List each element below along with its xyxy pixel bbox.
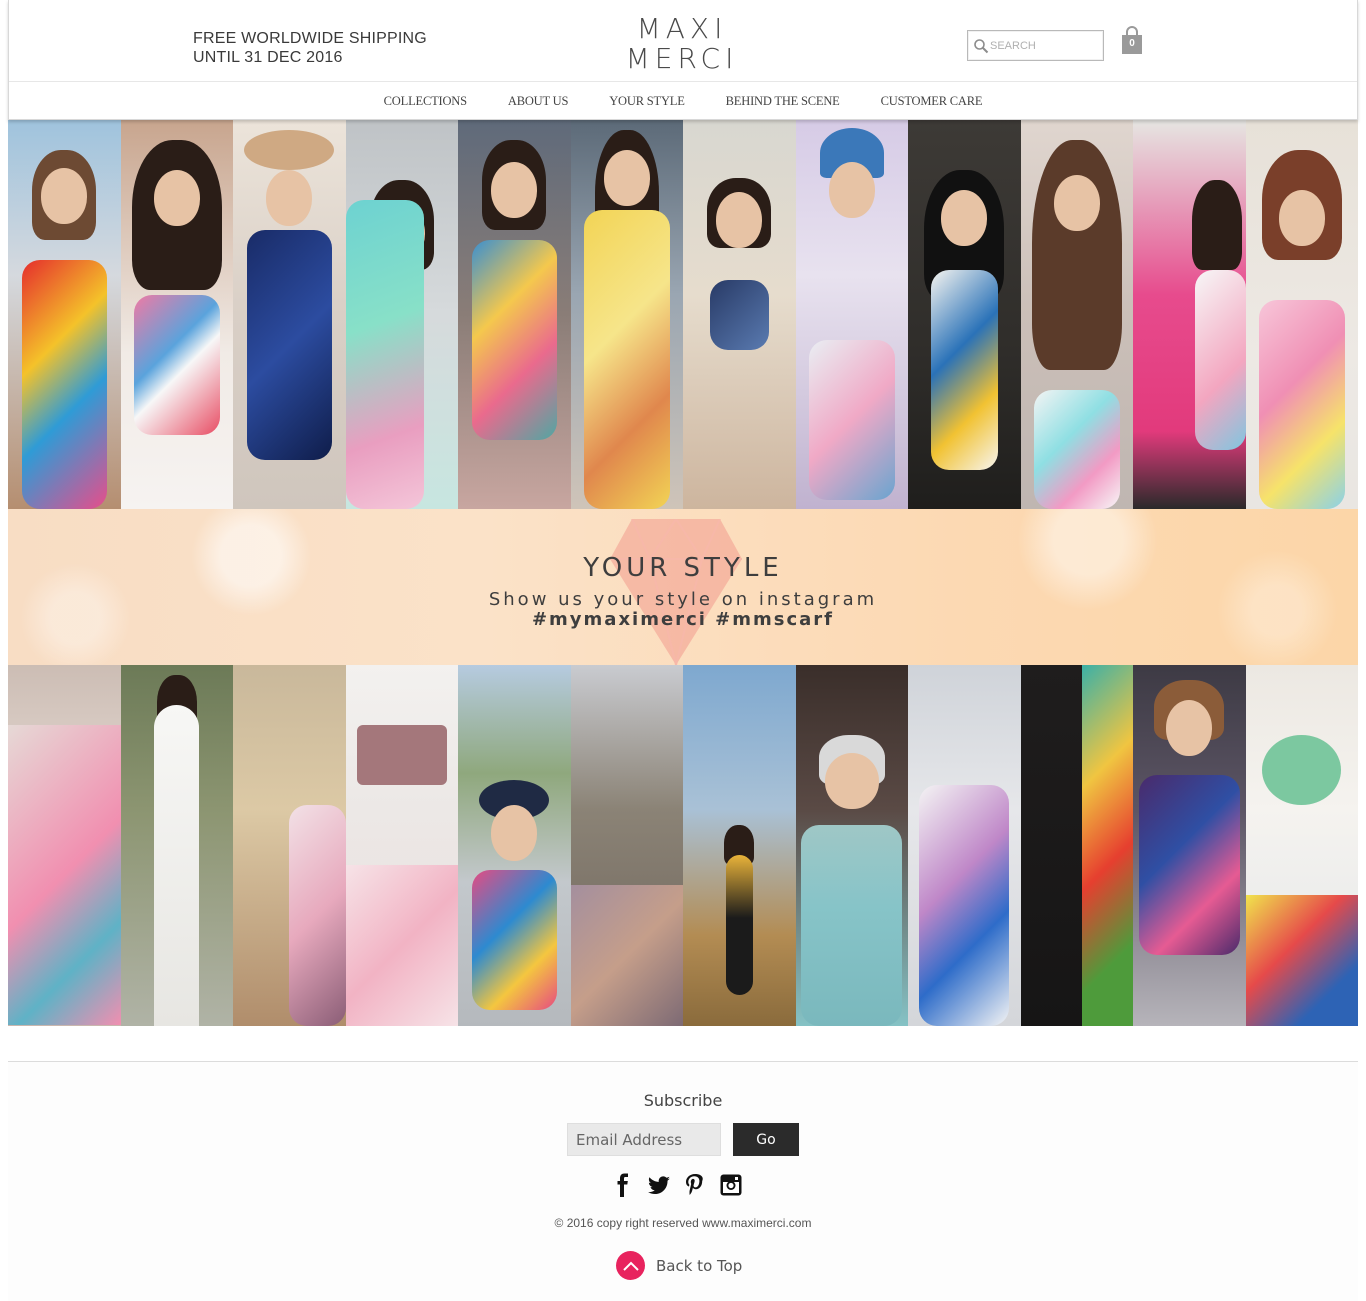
gallery-photo[interactable] [120,120,233,509]
nav-item-behind-the-scene[interactable]: BEHIND THE SCENE [726,94,840,109]
subscribe-title: Subscribe [643,1091,723,1110]
photo-strip-top [8,120,1358,509]
main-nav: COLLECTIONS ABOUT US YOUR STYLE BEHIND T… [9,82,1357,120]
search-box[interactable] [967,30,1104,61]
shipping-line-1: FREE WORLDWIDE SHIPPING [193,30,427,47]
email-field[interactable] [567,1123,721,1156]
facebook-icon[interactable] [611,1173,635,1197]
gallery-photo[interactable] [345,665,458,1026]
shipping-notice: FREE WORLDWIDE SHIPPING UNTIL 31 DEC 201… [193,29,427,67]
logo-line-1: MAXI [636,12,728,45]
back-to-top-label[interactable]: Back to Top [656,1257,742,1275]
banner-hashtags: #mymaximerci #mmscarf [531,609,835,630]
back-to-top-button[interactable]: Back to Top [616,1251,742,1280]
nav-item-your-style[interactable]: YOUR STYLE [609,94,685,109]
gallery-photo[interactable] [1020,120,1133,509]
chevron-up-icon[interactable] [616,1251,645,1280]
nav-item-about-us[interactable]: ABOUT US [508,94,569,109]
gallery-photo[interactable] [8,120,121,509]
shipping-line-2: UNTIL 31 DEC 2016 [193,49,343,66]
gallery-photo[interactable] [1245,120,1358,509]
social-links [611,1173,743,1197]
search-icon[interactable] [973,38,989,54]
gallery-photo[interactable] [233,665,346,1026]
your-style-banner: YOUR STYLE Show us your style on instagr… [8,509,1358,665]
cart-count: 0 [1129,38,1135,49]
gallery-photo[interactable] [570,665,683,1026]
copyright-text: © 2016 copy right reserved www.maximerci… [554,1216,812,1230]
gallery-photo[interactable] [1020,665,1133,1026]
cart-button[interactable]: 0 [1121,26,1143,56]
gallery-photo[interactable] [683,665,796,1026]
nav-item-customer-care[interactable]: CUSTOMER CARE [881,94,983,109]
banner-title: YOUR STYLE [583,553,783,583]
gallery-photo[interactable] [458,665,571,1026]
gallery-photo[interactable] [8,665,121,1026]
gallery-photo[interactable] [1133,665,1246,1026]
twitter-icon[interactable] [647,1173,671,1197]
logo-line-2: MERCI [625,42,739,75]
site-header: FREE WORLDWIDE SHIPPING UNTIL 31 DEC 201… [8,0,1358,120]
gallery-photo[interactable] [233,120,346,509]
banner-subtitle: Show us your style on instagram [488,589,878,610]
pinterest-icon[interactable] [683,1173,707,1197]
gallery-photo[interactable] [683,120,796,509]
gallery-photo[interactable] [570,120,683,509]
gallery-photo[interactable] [1245,665,1358,1026]
photo-strip-bottom [8,665,1358,1026]
gallery-photo[interactable] [458,120,571,509]
gallery-photo[interactable] [908,665,1021,1026]
gallery-photo[interactable] [1133,120,1246,509]
gallery-photo[interactable] [120,665,233,1026]
gallery-photo[interactable] [345,120,458,509]
search-input[interactable] [990,37,1098,55]
gallery-photo[interactable] [795,665,908,1026]
site-logo[interactable]: MAXI MERCI [615,14,749,74]
nav-item-collections[interactable]: COLLECTIONS [384,94,467,109]
subscribe-go-button[interactable]: Go [733,1123,799,1156]
gallery-photo[interactable] [908,120,1021,509]
instagram-icon[interactable] [719,1173,743,1197]
gallery-photo[interactable] [795,120,908,509]
